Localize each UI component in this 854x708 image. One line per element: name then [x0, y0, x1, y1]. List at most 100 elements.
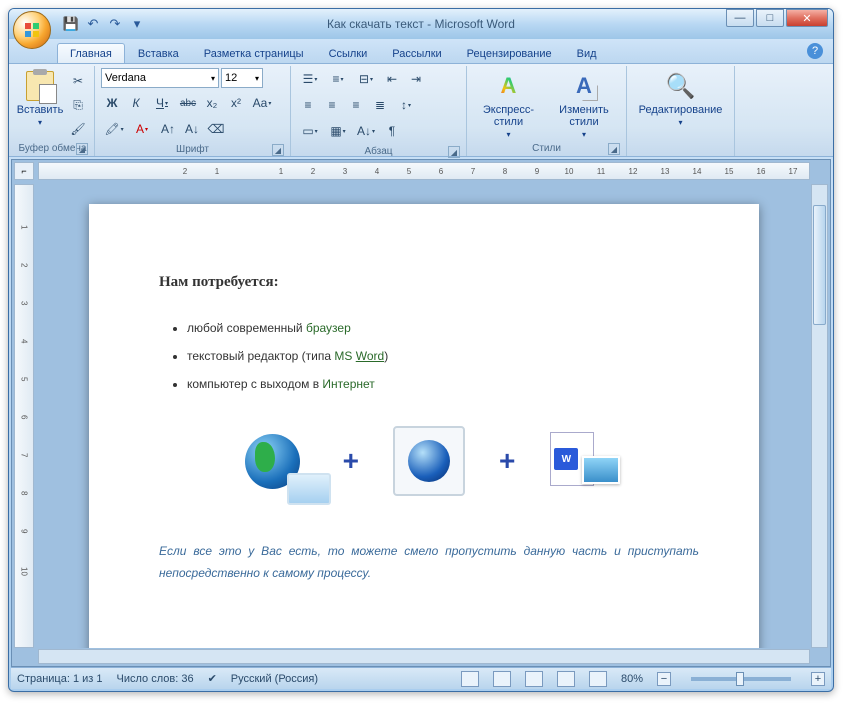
quick-access-toolbar: 💾 ↶ ↷ ▾ — [63, 16, 145, 32]
app-window: 💾 ↶ ↷ ▾ Как скачать текст - Microsoft Wo… — [8, 8, 834, 692]
help-icon[interactable]: ? — [807, 43, 823, 59]
clear-format-button[interactable]: ⌫ — [205, 118, 227, 140]
horizontal-ruler[interactable]: 211234567891011121314151617 — [38, 162, 810, 180]
qat-customize-icon[interactable]: ▾ — [129, 16, 145, 32]
font-launcher-icon[interactable]: ◢ — [272, 144, 284, 156]
editing-button[interactable]: 🔍 Редактирование ▾ — [633, 68, 728, 129]
align-left-button[interactable]: ≡ — [297, 94, 319, 116]
plus-icon: + — [343, 445, 359, 477]
minimize-button[interactable]: — — [726, 9, 754, 27]
tab-mailings[interactable]: Рассылки — [380, 44, 453, 63]
paragraph-launcher-icon[interactable]: ◢ — [448, 146, 460, 158]
ruler-corner[interactable]: ⌐ — [14, 162, 34, 180]
change-styles-button[interactable]: A Изменить стили ▾ — [548, 68, 620, 141]
zoom-in-button[interactable]: + — [811, 672, 825, 686]
status-page[interactable]: Страница: 1 из 1 — [17, 673, 103, 685]
superscript-button[interactable]: x² — [225, 92, 247, 114]
ribbon-tabs: Главная Вставка Разметка страницы Ссылки… — [9, 39, 833, 63]
bullets-button[interactable]: ☰ — [297, 68, 323, 90]
borders-button[interactable]: ▦ — [325, 120, 351, 142]
browser-globe-icon — [379, 421, 479, 501]
group-editing: 🔍 Редактирование ▾ — [627, 66, 735, 156]
sort-button[interactable]: A↓ — [353, 120, 379, 142]
copy-icon[interactable]: ⎘ — [67, 94, 89, 116]
zoom-slider[interactable] — [691, 677, 791, 681]
clipboard-launcher-icon[interactable]: ◢ — [76, 143, 88, 155]
list-item: любой современный браузер — [187, 321, 699, 335]
group-label-font: Шрифт◢ — [101, 142, 284, 157]
status-words[interactable]: Число слов: 36 — [117, 673, 194, 685]
tab-page-layout[interactable]: Разметка страницы — [192, 44, 316, 63]
zoom-out-button[interactable]: − — [657, 672, 671, 686]
font-color-button[interactable]: A — [129, 118, 155, 140]
view-full-screen-icon[interactable] — [493, 671, 511, 687]
subscript-button[interactable]: x₂ — [201, 92, 223, 114]
styles-launcher-icon[interactable]: ◢ — [608, 143, 620, 155]
document-area: ⌐ 211234567891011121314151617 1234567891… — [11, 159, 831, 667]
doc-note: Если все это у Вас есть, то можете смело… — [159, 541, 699, 584]
status-language[interactable]: Русский (Россия) — [231, 673, 318, 685]
justify-button[interactable]: ≣ — [369, 94, 391, 116]
font-name-combo[interactable]: Verdana▾ — [101, 68, 219, 88]
group-paragraph: ☰ ≡ ⊟ ⇤ ⇥ ≡ ≡ ≡ ≣ ↕ ▭ ▦ A↓ ¶ — [291, 66, 467, 156]
shrink-font-button[interactable]: A↓ — [181, 118, 203, 140]
close-button[interactable]: ✕ — [786, 9, 828, 27]
paste-button[interactable]: Вставить ▾ — [17, 68, 63, 129]
horizontal-scrollbar[interactable] — [38, 649, 810, 664]
status-proofing-icon[interactable]: ✔ — [208, 672, 217, 685]
plus-icon: + — [499, 445, 515, 477]
quick-styles-icon: A — [501, 73, 517, 99]
tab-home[interactable]: Главная — [57, 43, 125, 63]
underline-button[interactable]: Ч — [149, 92, 175, 114]
redo-icon[interactable]: ↷ — [107, 16, 123, 32]
tab-references[interactable]: Ссылки — [317, 44, 380, 63]
doc-heading: Нам потребуется: — [159, 274, 699, 291]
indent-dec-button[interactable]: ⇤ — [381, 68, 403, 90]
view-print-layout-icon[interactable] — [461, 671, 479, 687]
vertical-ruler[interactable]: 12345678910 — [14, 184, 34, 648]
group-font: Verdana▾ 12▾ Ж К Ч abc x₂ x² Aa 🖍 A A↑ A… — [95, 66, 291, 156]
list-item: текстовый редактор (типа MS Word) — [187, 349, 699, 363]
group-label-styles: Стили◢ — [473, 141, 620, 156]
change-case-button[interactable]: Aa — [249, 92, 275, 114]
bold-button[interactable]: Ж — [101, 92, 123, 114]
tab-insert[interactable]: Вставка — [126, 44, 191, 63]
ribbon: Вставить ▾ ✂ ⎘ 🖌 Буфер обмена◢ Verdana▾ … — [9, 63, 833, 157]
status-bar: Страница: 1 из 1 Число слов: 36 ✔ Русски… — [11, 667, 831, 689]
vertical-scrollbar[interactable] — [811, 184, 828, 648]
tab-review[interactable]: Рецензирование — [455, 44, 564, 63]
cut-icon[interactable]: ✂ — [67, 70, 89, 92]
scrollbar-thumb[interactable] — [813, 205, 826, 325]
doc-image-row: + + W — [159, 421, 699, 501]
zoom-handle[interactable] — [736, 672, 744, 686]
indent-inc-button[interactable]: ⇥ — [405, 68, 427, 90]
text-highlight-button[interactable]: 🖍 — [101, 118, 127, 140]
save-icon[interactable]: 💾 — [63, 16, 79, 32]
multilevel-button[interactable]: ⊟ — [353, 68, 379, 90]
undo-icon[interactable]: ↶ — [85, 16, 101, 32]
zoom-percent[interactable]: 80% — [621, 673, 643, 685]
italic-button[interactable]: К — [125, 92, 147, 114]
grow-font-button[interactable]: A↑ — [157, 118, 179, 140]
show-marks-button[interactable]: ¶ — [381, 120, 403, 142]
globe-monitor-icon — [223, 421, 323, 501]
title-bar: 💾 ↶ ↷ ▾ Как скачать текст - Microsoft Wo… — [9, 9, 833, 39]
numbering-button[interactable]: ≡ — [325, 68, 351, 90]
align-right-button[interactable]: ≡ — [345, 94, 367, 116]
view-draft-icon[interactable] — [589, 671, 607, 687]
document-page[interactable]: Нам потребуется: любой современный брауз… — [89, 204, 759, 648]
shading-button[interactable]: ▭ — [297, 120, 323, 142]
line-spacing-button[interactable]: ↕ — [393, 94, 419, 116]
strike-button[interactable]: abc — [177, 92, 199, 114]
maximize-button[interactable]: □ — [756, 9, 784, 27]
view-outline-icon[interactable] — [557, 671, 575, 687]
office-button[interactable] — [13, 11, 51, 49]
view-web-layout-icon[interactable] — [525, 671, 543, 687]
word-doc-icon: W — [535, 421, 635, 501]
tab-view[interactable]: Вид — [565, 44, 609, 63]
page-viewport[interactable]: Нам потребуется: любой современный брауз… — [38, 184, 810, 648]
format-painter-icon[interactable]: 🖌 — [67, 118, 89, 140]
align-center-button[interactable]: ≡ — [321, 94, 343, 116]
quick-styles-button[interactable]: A Экспресс-стили ▾ — [473, 68, 544, 141]
font-size-combo[interactable]: 12▾ — [221, 68, 263, 88]
